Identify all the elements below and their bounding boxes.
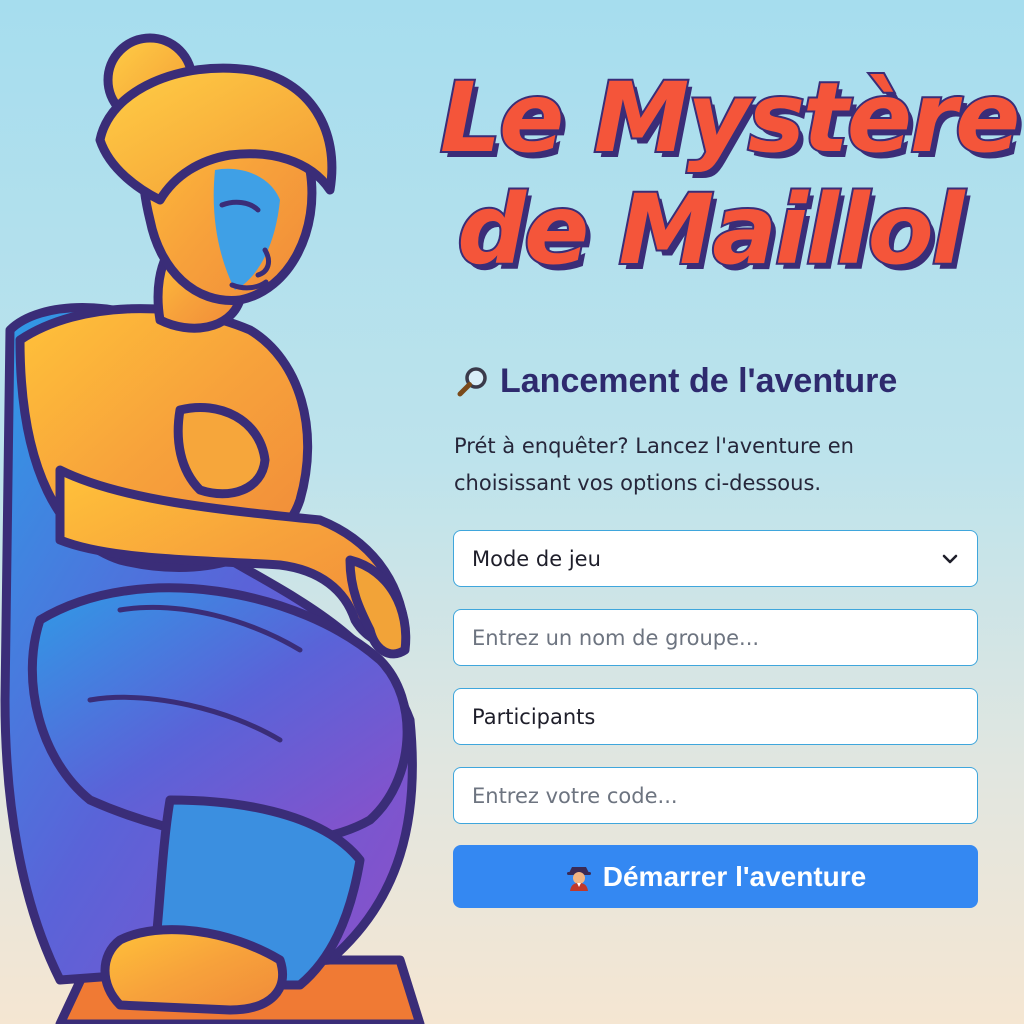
section-heading: Lancement de l'aventure bbox=[456, 362, 897, 401]
start-adventure-button[interactable]: Démarrer l'aventure bbox=[453, 845, 978, 908]
chevron-down-icon bbox=[942, 554, 958, 563]
page-title: Le Mystère de Maillol bbox=[438, 60, 1022, 288]
title-line-2: de Maillol bbox=[455, 172, 966, 288]
intro-text: Prét à enquêter? Lancez l'aventure en ch… bbox=[454, 434, 854, 495]
detective-icon bbox=[566, 866, 591, 891]
game-mode-select[interactable]: Mode de jeu bbox=[453, 530, 978, 587]
section-title: Lancement de l'aventure bbox=[500, 362, 898, 400]
magnifier-icon bbox=[457, 366, 487, 396]
start-adventure-label: Démarrer l'aventure bbox=[602, 860, 867, 892]
title-line-1: Le Mystère bbox=[438, 60, 1022, 176]
code-input[interactable]: Entrez votre code... bbox=[453, 767, 978, 824]
participants-value: Participants bbox=[472, 704, 596, 729]
group-name-placeholder: Entrez un nom de groupe... bbox=[472, 625, 760, 650]
code-placeholder: Entrez votre code... bbox=[472, 783, 678, 808]
statue-illustration bbox=[0, 33, 425, 1024]
participants-field[interactable]: Participants bbox=[453, 688, 978, 745]
group-name-input[interactable]: Entrez un nom de groupe... bbox=[453, 609, 978, 666]
game-mode-value: Mode de jeu bbox=[472, 546, 601, 571]
